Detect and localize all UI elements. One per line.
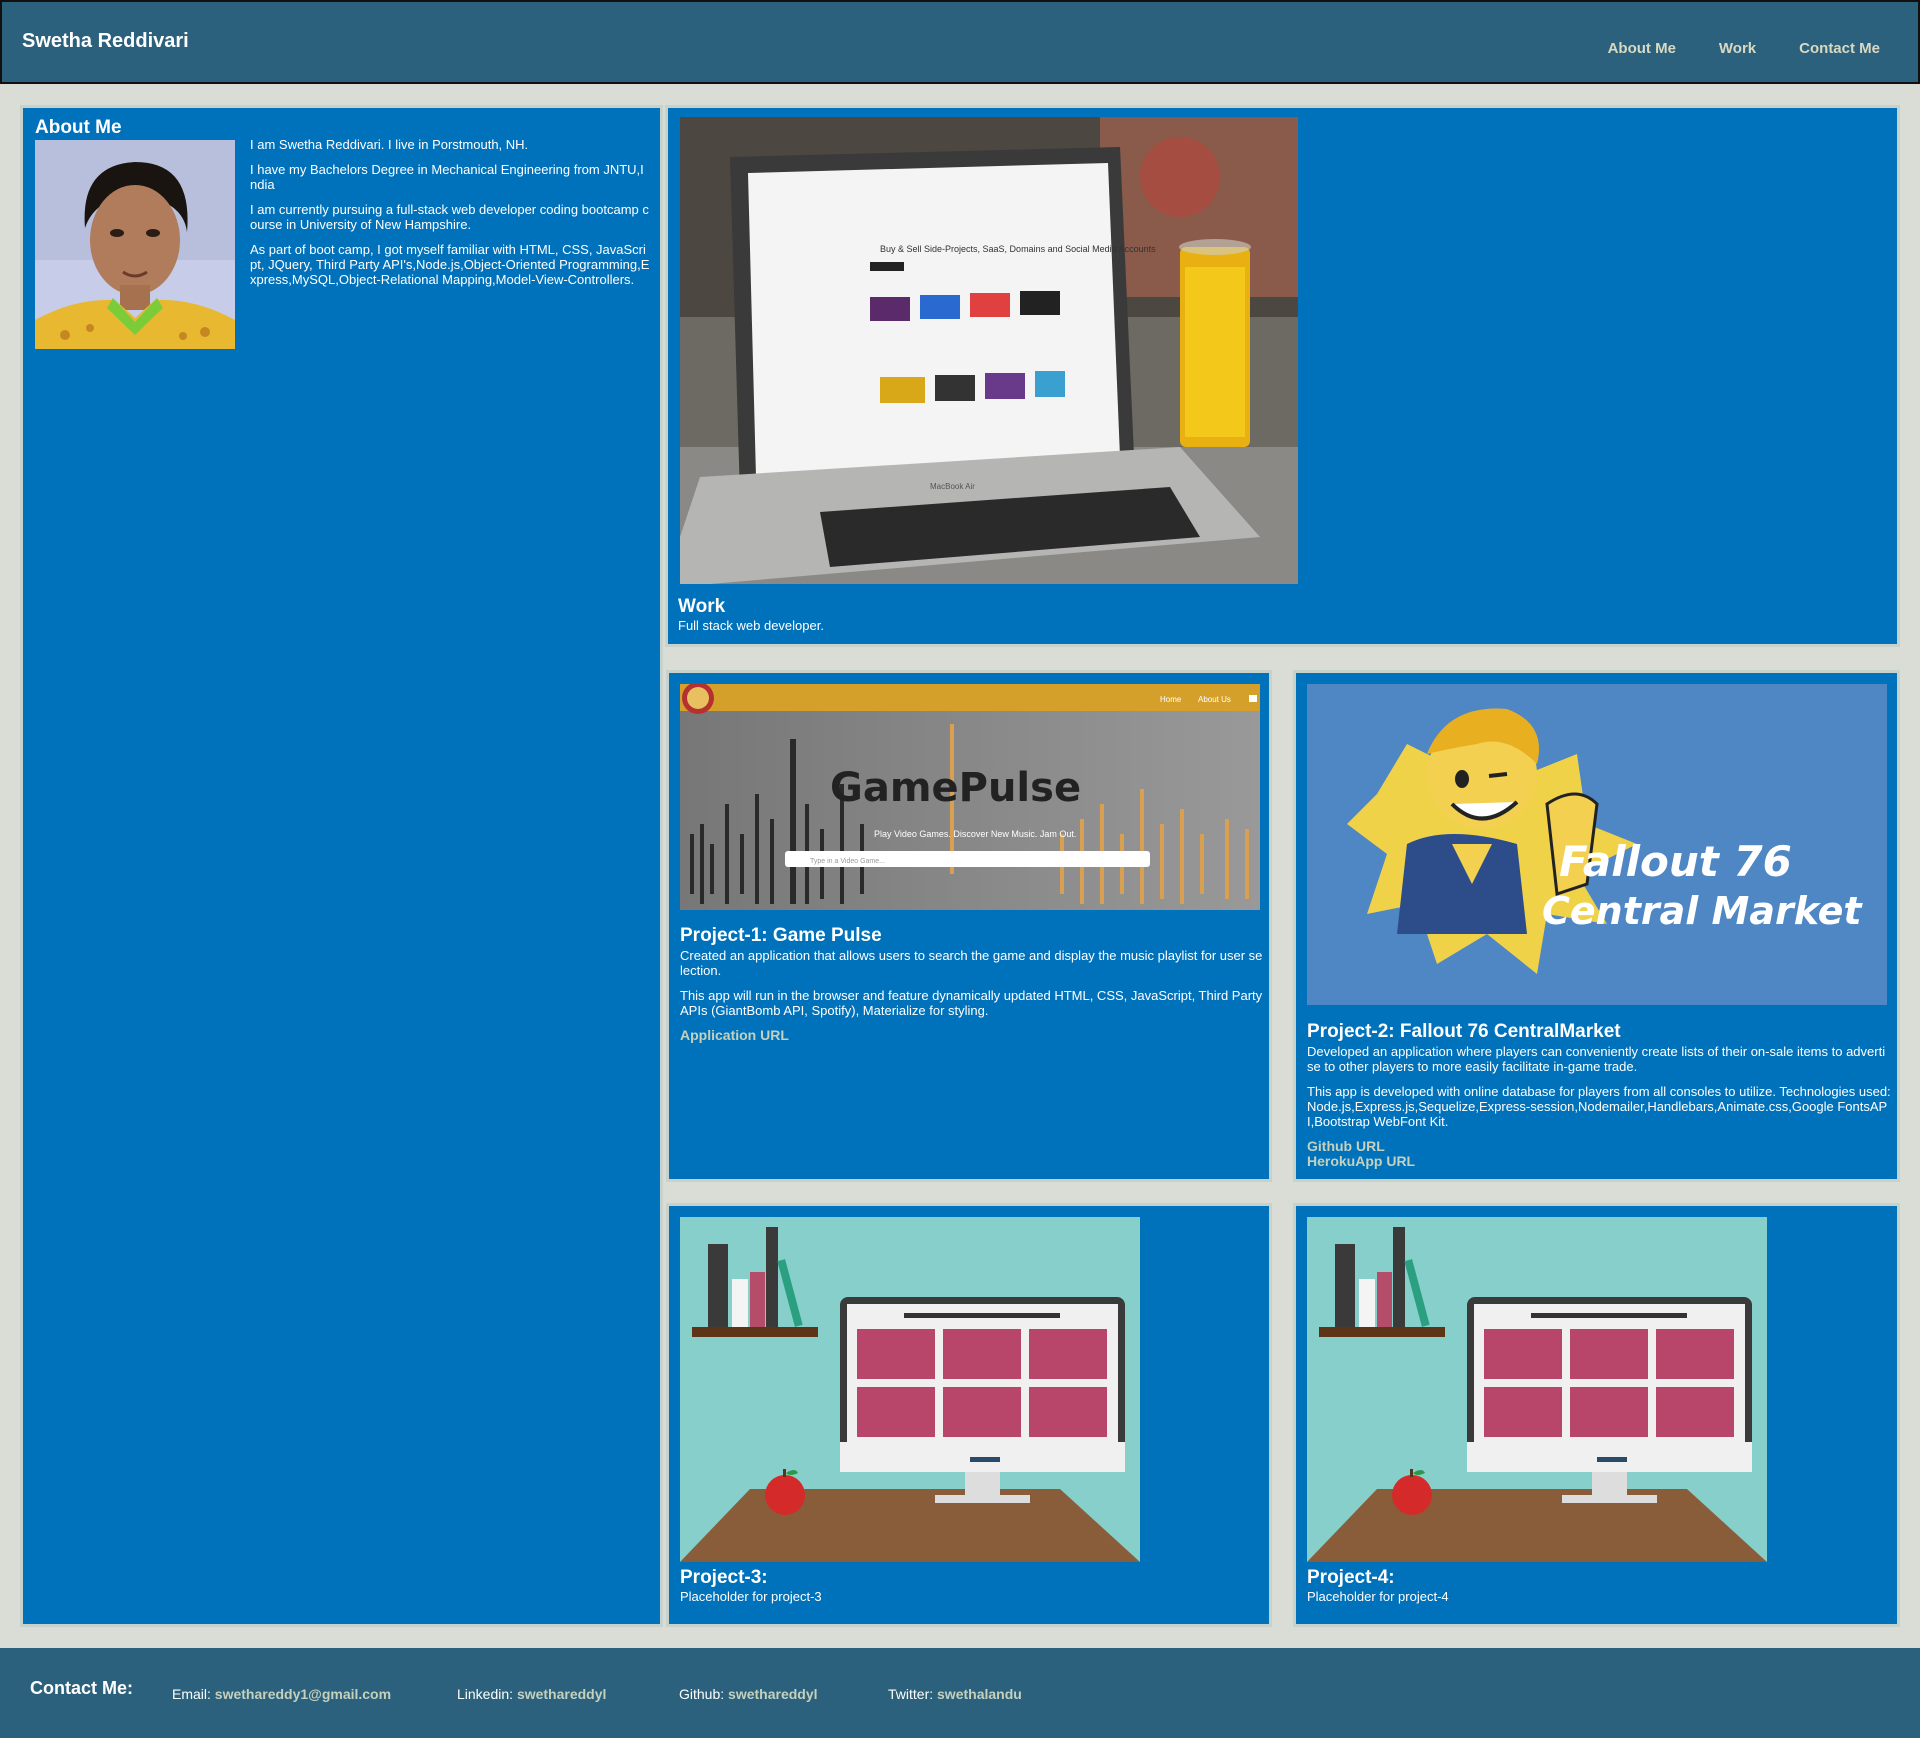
about-paragraph: I am currently pursuing a full-stack web… [250, 202, 649, 232]
nav-about-me[interactable]: About Me [1608, 40, 1676, 57]
project-3-subtitle: Placeholder for project-3 [680, 1589, 822, 1604]
project-2-card: Fallout 76 Central Market Project-2: Fal… [1293, 670, 1900, 1182]
contact-footer: Contact Me: Email: swethareddy1@gmail.co… [0, 1648, 1920, 1738]
project-2-herokuapp-url-link[interactable]: HerokuApp URL [1307, 1154, 1891, 1169]
fallout-logo-line1: Fallout 76 [1559, 837, 1792, 886]
project-1-application-url-link[interactable]: Application URL [680, 1028, 1264, 1043]
about-section: About Me I am Swetha Reddivari. I live i… [20, 105, 663, 1627]
contact-email-link[interactable]: swethareddy1@gmail.com [215, 1686, 391, 1702]
project-4-card: Project-4: Placeholder for project-4 [1293, 1203, 1900, 1627]
about-title: About Me [35, 117, 122, 138]
about-paragraph: I have my Bachelors Degree in Mechanical… [250, 162, 644, 192]
gp-search-placeholder: Type in a Video Game... [810, 858, 885, 865]
contact-email-label: Email: [172, 1686, 211, 1702]
project-1-image: Home About Us GamePulse Play Video Games… [680, 684, 1260, 910]
work-title: Work [678, 596, 726, 617]
laptop-brand: MacBook Air [930, 482, 975, 491]
contact-twitter: Twitter: swethalandu [888, 1686, 1022, 1702]
site-brand[interactable]: Swetha Reddivari [22, 30, 189, 53]
contact-github: Github: swethareddyl [679, 1686, 818, 1702]
project-3-title: Project-3: [680, 1567, 768, 1588]
project-3-card: Project-3: Placeholder for project-3 [666, 1203, 1272, 1627]
work-subtitle: Full stack web developer. [678, 618, 824, 633]
work-section: Buy & Sell Side-Projects, SaaS, Domains … [665, 105, 1900, 647]
gp-nav-about: About Us [1198, 695, 1231, 704]
gp-nav-home: Home [1160, 695, 1182, 704]
project-2-description: Developed an application where players c… [1307, 1044, 1891, 1169]
contact-twitter-link[interactable]: swethalandu [937, 1686, 1022, 1702]
main-nav: About Me Work Contact Me [1608, 40, 1880, 57]
contact-github-link[interactable]: swethareddyl [728, 1686, 817, 1702]
profile-photo [35, 140, 235, 349]
project-2-paragraph: This app is developed with online databa… [1307, 1084, 1891, 1129]
fallout-logo-line2: Central Market [1542, 889, 1863, 933]
contact-twitter-label: Twitter: [888, 1686, 934, 1702]
laptop-headline: Buy & Sell Side-Projects, SaaS, Domains … [880, 244, 1156, 254]
project-1-paragraph: Created an application that allows users… [680, 948, 1263, 978]
contact-github-label: Github: [679, 1686, 725, 1702]
contact-linkedin-label: Linkedin: [457, 1686, 514, 1702]
project-4-subtitle: Placeholder for project-4 [1307, 1589, 1449, 1604]
gp-tagline: Play Video Games. Discover New Music. Ja… [874, 829, 1076, 839]
contact-email: Email: swethareddy1@gmail.com [172, 1686, 391, 1702]
project-2-image: Fallout 76 Central Market [1307, 684, 1887, 1005]
nav-work[interactable]: Work [1719, 40, 1756, 57]
project-4-image [1307, 1217, 1767, 1562]
contact-linkedin: Linkedin: swethareddyl [457, 1686, 606, 1702]
project-1-paragraph: This app will run in the browser and fea… [680, 988, 1263, 1018]
project-2-github-url-link[interactable]: Github URL [1307, 1139, 1891, 1154]
project-2-paragraph: Developed an application where players c… [1307, 1044, 1886, 1074]
project-1-card: Home About Us GamePulse Play Video Games… [666, 670, 1272, 1182]
about-paragraph: As part of boot camp, I got myself famil… [250, 242, 650, 287]
nav-contact-me[interactable]: Contact Me [1799, 40, 1880, 57]
project-1-title: Project-1: Game Pulse [680, 925, 882, 946]
about-text: I am Swetha Reddivari. I live in Porstmo… [250, 137, 650, 297]
project-2-title: Project-2: Fallout 76 CentralMarket [1307, 1021, 1621, 1042]
about-paragraph: I am Swetha Reddivari. I live in Porstmo… [250, 137, 529, 152]
project-3-image [680, 1217, 1140, 1562]
contact-title: Contact Me: [30, 1678, 133, 1698]
site-header: Swetha Reddivari About Me Work Contact M… [0, 0, 1920, 84]
project-1-description: Created an application that allows users… [680, 948, 1264, 1043]
contact-linkedin-link[interactable]: swethareddyl [517, 1686, 606, 1702]
work-laptop-image: Buy & Sell Side-Projects, SaaS, Domains … [680, 117, 1298, 584]
project-4-title: Project-4: [1307, 1567, 1395, 1588]
gp-logo: GamePulse [830, 765, 1081, 811]
